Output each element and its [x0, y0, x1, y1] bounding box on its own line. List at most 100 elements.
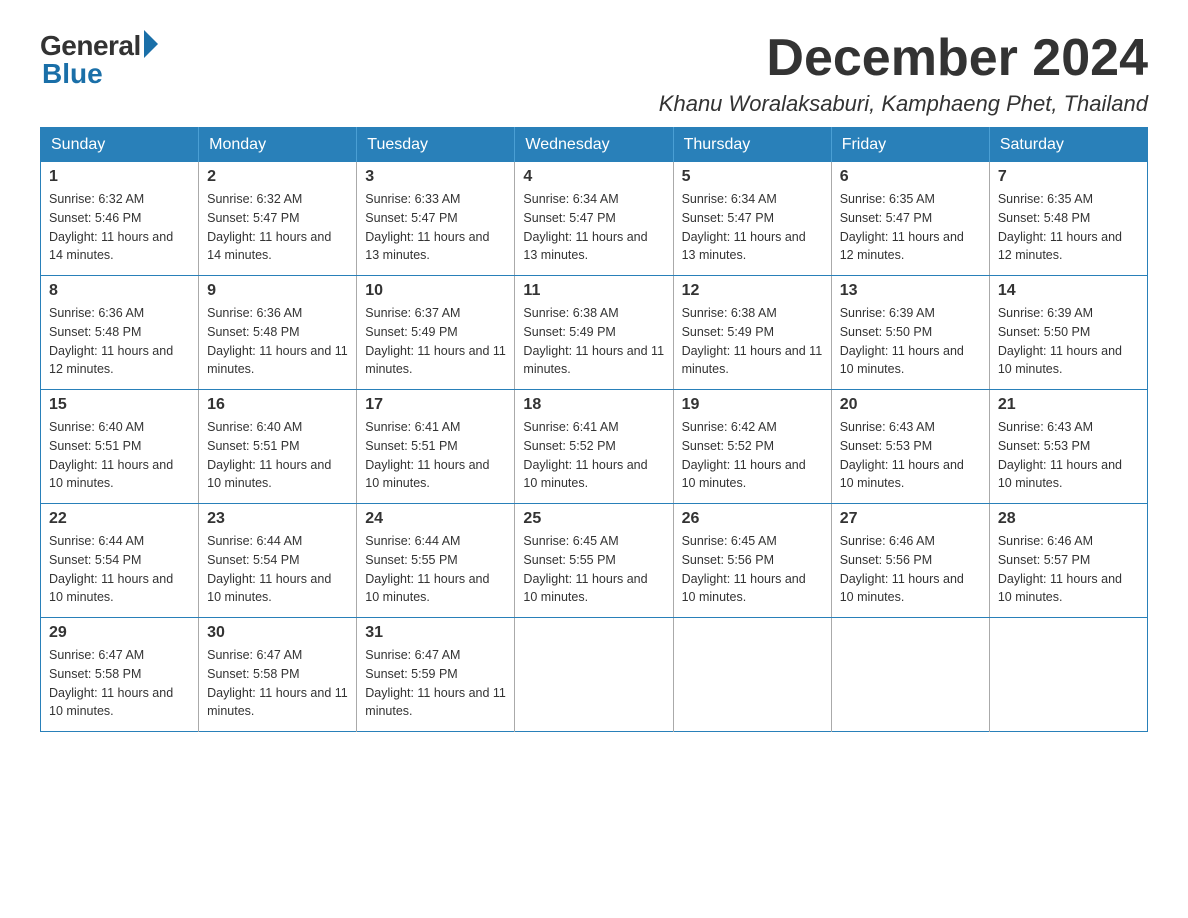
calendar-day-cell: 3 Sunrise: 6:33 AMSunset: 5:47 PMDayligh… [357, 162, 515, 276]
day-info: Sunrise: 6:44 AMSunset: 5:54 PMDaylight:… [207, 532, 348, 607]
day-info: Sunrise: 6:46 AMSunset: 5:56 PMDaylight:… [840, 532, 981, 607]
day-number: 28 [998, 510, 1139, 528]
day-info: Sunrise: 6:34 AMSunset: 5:47 PMDaylight:… [523, 190, 664, 265]
calendar-day-cell: 11 Sunrise: 6:38 AMSunset: 5:49 PMDaylig… [515, 276, 673, 390]
day-info: Sunrise: 6:37 AMSunset: 5:49 PMDaylight:… [365, 304, 506, 379]
calendar-day-cell: 17 Sunrise: 6:41 AMSunset: 5:51 PMDaylig… [357, 390, 515, 504]
calendar-day-cell: 14 Sunrise: 6:39 AMSunset: 5:50 PMDaylig… [989, 276, 1147, 390]
calendar-week-row: 29 Sunrise: 6:47 AMSunset: 5:58 PMDaylig… [41, 618, 1148, 732]
day-info: Sunrise: 6:42 AMSunset: 5:52 PMDaylight:… [682, 418, 823, 493]
logo-arrow-icon [144, 30, 158, 58]
day-number: 19 [682, 396, 823, 414]
weekday-header-thursday: Thursday [673, 128, 831, 163]
day-info: Sunrise: 6:35 AMSunset: 5:47 PMDaylight:… [840, 190, 981, 265]
day-number: 17 [365, 396, 506, 414]
calendar-table: SundayMondayTuesdayWednesdayThursdayFrid… [40, 127, 1148, 732]
day-info: Sunrise: 6:41 AMSunset: 5:52 PMDaylight:… [523, 418, 664, 493]
day-info: Sunrise: 6:41 AMSunset: 5:51 PMDaylight:… [365, 418, 506, 493]
day-info: Sunrise: 6:47 AMSunset: 5:58 PMDaylight:… [49, 646, 190, 721]
day-number: 11 [523, 282, 664, 300]
day-info: Sunrise: 6:39 AMSunset: 5:50 PMDaylight:… [840, 304, 981, 379]
location-subtitle: Khanu Woralaksaburi, Kamphaeng Phet, Tha… [659, 91, 1148, 117]
day-number: 30 [207, 624, 348, 642]
day-number: 27 [840, 510, 981, 528]
day-info: Sunrise: 6:33 AMSunset: 5:47 PMDaylight:… [365, 190, 506, 265]
calendar-day-cell: 26 Sunrise: 6:45 AMSunset: 5:56 PMDaylig… [673, 504, 831, 618]
calendar-day-cell [673, 618, 831, 732]
title-section: December 2024 Khanu Woralaksaburi, Kamph… [659, 30, 1148, 117]
day-number: 23 [207, 510, 348, 528]
calendar-day-cell: 28 Sunrise: 6:46 AMSunset: 5:57 PMDaylig… [989, 504, 1147, 618]
day-info: Sunrise: 6:44 AMSunset: 5:55 PMDaylight:… [365, 532, 506, 607]
day-number: 9 [207, 282, 348, 300]
day-number: 7 [998, 168, 1139, 186]
calendar-week-row: 15 Sunrise: 6:40 AMSunset: 5:51 PMDaylig… [41, 390, 1148, 504]
calendar-day-cell: 22 Sunrise: 6:44 AMSunset: 5:54 PMDaylig… [41, 504, 199, 618]
day-number: 13 [840, 282, 981, 300]
day-number: 20 [840, 396, 981, 414]
day-number: 29 [49, 624, 190, 642]
calendar-day-cell: 25 Sunrise: 6:45 AMSunset: 5:55 PMDaylig… [515, 504, 673, 618]
day-info: Sunrise: 6:36 AMSunset: 5:48 PMDaylight:… [207, 304, 348, 379]
calendar-week-row: 1 Sunrise: 6:32 AMSunset: 5:46 PMDayligh… [41, 162, 1148, 276]
day-info: Sunrise: 6:40 AMSunset: 5:51 PMDaylight:… [207, 418, 348, 493]
day-number: 8 [49, 282, 190, 300]
day-info: Sunrise: 6:38 AMSunset: 5:49 PMDaylight:… [682, 304, 823, 379]
calendar-day-cell [831, 618, 989, 732]
day-info: Sunrise: 6:35 AMSunset: 5:48 PMDaylight:… [998, 190, 1139, 265]
calendar-week-row: 22 Sunrise: 6:44 AMSunset: 5:54 PMDaylig… [41, 504, 1148, 618]
calendar-day-cell: 8 Sunrise: 6:36 AMSunset: 5:48 PMDayligh… [41, 276, 199, 390]
day-number: 31 [365, 624, 506, 642]
weekday-header-tuesday: Tuesday [357, 128, 515, 163]
day-info: Sunrise: 6:43 AMSunset: 5:53 PMDaylight:… [998, 418, 1139, 493]
calendar-day-cell: 16 Sunrise: 6:40 AMSunset: 5:51 PMDaylig… [199, 390, 357, 504]
logo: General Blue [40, 30, 158, 90]
day-number: 14 [998, 282, 1139, 300]
calendar-day-cell: 27 Sunrise: 6:46 AMSunset: 5:56 PMDaylig… [831, 504, 989, 618]
calendar-day-cell: 18 Sunrise: 6:41 AMSunset: 5:52 PMDaylig… [515, 390, 673, 504]
day-info: Sunrise: 6:45 AMSunset: 5:55 PMDaylight:… [523, 532, 664, 607]
calendar-day-cell: 19 Sunrise: 6:42 AMSunset: 5:52 PMDaylig… [673, 390, 831, 504]
calendar-day-cell: 5 Sunrise: 6:34 AMSunset: 5:47 PMDayligh… [673, 162, 831, 276]
day-info: Sunrise: 6:32 AMSunset: 5:47 PMDaylight:… [207, 190, 348, 265]
weekday-header-row: SundayMondayTuesdayWednesdayThursdayFrid… [41, 128, 1148, 163]
day-info: Sunrise: 6:32 AMSunset: 5:46 PMDaylight:… [49, 190, 190, 265]
day-info: Sunrise: 6:47 AMSunset: 5:59 PMDaylight:… [365, 646, 506, 721]
day-number: 4 [523, 168, 664, 186]
calendar-day-cell: 24 Sunrise: 6:44 AMSunset: 5:55 PMDaylig… [357, 504, 515, 618]
day-number: 6 [840, 168, 981, 186]
calendar-day-cell: 31 Sunrise: 6:47 AMSunset: 5:59 PMDaylig… [357, 618, 515, 732]
weekday-header-monday: Monday [199, 128, 357, 163]
day-info: Sunrise: 6:38 AMSunset: 5:49 PMDaylight:… [523, 304, 664, 379]
calendar-day-cell: 21 Sunrise: 6:43 AMSunset: 5:53 PMDaylig… [989, 390, 1147, 504]
calendar-day-cell: 1 Sunrise: 6:32 AMSunset: 5:46 PMDayligh… [41, 162, 199, 276]
calendar-day-cell: 10 Sunrise: 6:37 AMSunset: 5:49 PMDaylig… [357, 276, 515, 390]
calendar-week-row: 8 Sunrise: 6:36 AMSunset: 5:48 PMDayligh… [41, 276, 1148, 390]
calendar-day-cell: 9 Sunrise: 6:36 AMSunset: 5:48 PMDayligh… [199, 276, 357, 390]
day-number: 2 [207, 168, 348, 186]
day-number: 24 [365, 510, 506, 528]
day-number: 26 [682, 510, 823, 528]
calendar-day-cell: 12 Sunrise: 6:38 AMSunset: 5:49 PMDaylig… [673, 276, 831, 390]
calendar-day-cell [515, 618, 673, 732]
calendar-day-cell [989, 618, 1147, 732]
day-info: Sunrise: 6:36 AMSunset: 5:48 PMDaylight:… [49, 304, 190, 379]
day-info: Sunrise: 6:44 AMSunset: 5:54 PMDaylight:… [49, 532, 190, 607]
day-number: 21 [998, 396, 1139, 414]
day-info: Sunrise: 6:46 AMSunset: 5:57 PMDaylight:… [998, 532, 1139, 607]
day-number: 1 [49, 168, 190, 186]
day-info: Sunrise: 6:45 AMSunset: 5:56 PMDaylight:… [682, 532, 823, 607]
calendar-day-cell: 20 Sunrise: 6:43 AMSunset: 5:53 PMDaylig… [831, 390, 989, 504]
calendar-day-cell: 7 Sunrise: 6:35 AMSunset: 5:48 PMDayligh… [989, 162, 1147, 276]
day-info: Sunrise: 6:39 AMSunset: 5:50 PMDaylight:… [998, 304, 1139, 379]
weekday-header-saturday: Saturday [989, 128, 1147, 163]
day-number: 16 [207, 396, 348, 414]
weekday-header-wednesday: Wednesday [515, 128, 673, 163]
weekday-header-friday: Friday [831, 128, 989, 163]
day-number: 10 [365, 282, 506, 300]
calendar-day-cell: 4 Sunrise: 6:34 AMSunset: 5:47 PMDayligh… [515, 162, 673, 276]
day-info: Sunrise: 6:43 AMSunset: 5:53 PMDaylight:… [840, 418, 981, 493]
day-number: 3 [365, 168, 506, 186]
calendar-day-cell: 6 Sunrise: 6:35 AMSunset: 5:47 PMDayligh… [831, 162, 989, 276]
day-number: 5 [682, 168, 823, 186]
